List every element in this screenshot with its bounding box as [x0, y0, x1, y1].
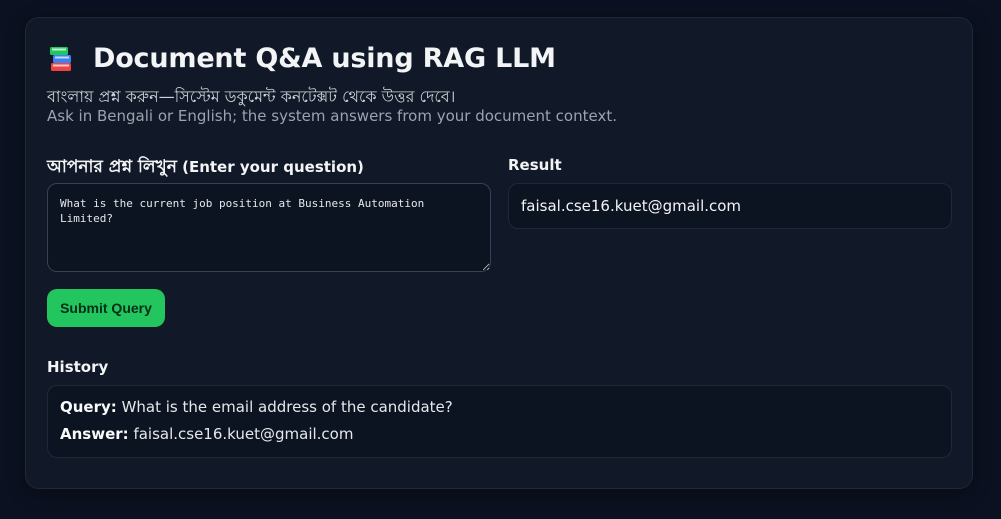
history-answer-label: Answer:: [60, 425, 129, 443]
result-value: faisal.cse16.kuet@gmail.com: [521, 197, 742, 215]
history-list: Query: What is the email address of the …: [47, 385, 952, 458]
history-query: Query: What is the email address of the …: [60, 400, 939, 427]
history-label: History: [47, 358, 109, 376]
question-label-english: (Enter your question): [182, 158, 364, 176]
submit-query-button[interactable]: Submit Query: [47, 289, 165, 327]
question-label-bengali: আপনার প্রশ্ন লিখুন: [47, 157, 177, 177]
question-input[interactable]: What is the current job position at Busi…: [47, 183, 491, 272]
history-answer: Answer: faisal.cse16.kuet@gmail.com: [60, 427, 939, 454]
result-label: Result: [508, 156, 562, 174]
history-answer-text: faisal.cse16.kuet@gmail.com: [133, 425, 354, 443]
result-output: faisal.cse16.kuet@gmail.com: [508, 183, 952, 229]
question-label: আপনার প্রশ্ন লিখুন (Enter your question): [47, 154, 364, 182]
title-row: Document Q&A using RAG LLM: [47, 43, 556, 74]
history-query-label: Query:: [60, 398, 117, 416]
page-title: Document Q&A using RAG LLM: [93, 43, 556, 74]
books-icon: [50, 46, 71, 71]
main-card: Document Q&A using RAG LLM বাংলায় প্রশ্…: [25, 17, 973, 489]
subtitle-english: Ask in Bengali or English; the system an…: [47, 107, 617, 125]
history-query-text: What is the email address of the candida…: [121, 398, 453, 416]
